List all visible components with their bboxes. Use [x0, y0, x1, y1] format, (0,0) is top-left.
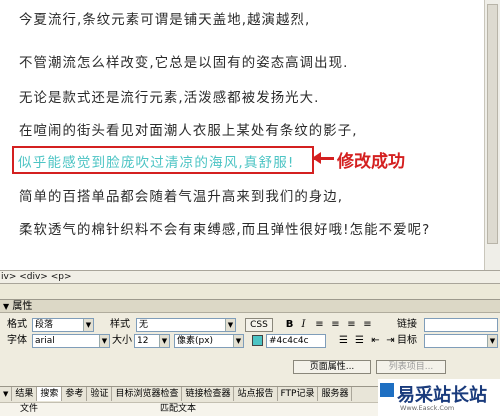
collapse-triangle-icon[interactable]: ▼ [3, 302, 9, 311]
text-color-swatch[interactable] [252, 335, 263, 346]
unit-select[interactable]: 像素(px) ▼ [174, 334, 244, 348]
page-properties-button[interactable]: 页面属性... [293, 360, 371, 374]
annotation-arrow-head [312, 152, 321, 164]
tab-browser-check[interactable]: 目标浏览器检查 [112, 387, 183, 401]
paragraph-3[interactable]: 无论是款式还是流行元素,活泼感都被发扬光大. [19, 86, 320, 106]
column-matched-text[interactable]: 匹配文本 [160, 403, 196, 415]
align-left-icon[interactable]: ≡ [314, 319, 325, 331]
watermark-url: Www.Easck.Com [400, 404, 455, 412]
properties-panel-header[interactable]: ▼ 属性 [0, 300, 500, 313]
style-select[interactable]: 无 ▼ [136, 318, 236, 332]
size-label: 大小 [112, 335, 132, 346]
watermark-logo-icon [380, 383, 394, 397]
vertical-scrollbar[interactable] [484, 0, 500, 270]
tab-link-checker[interactable]: 链接检查器 [182, 387, 235, 401]
ordered-list-icon[interactable]: ☰ [354, 335, 365, 347]
target-select[interactable]: ▼ [424, 334, 498, 348]
editor-window: 今夏流行,条纹元素可谓是铺天盖地,越演越烈, 不管潮流怎么样改变,它总是以固有的… [0, 0, 500, 416]
indent-icon[interactable]: ⇥ [385, 335, 396, 347]
css-button[interactable]: CSS [245, 318, 273, 332]
paragraph-4[interactable]: 在喧闹的街头看见对面潮人衣服上某处有条纹的影子, [19, 119, 358, 139]
align-justify-icon[interactable]: ≡ [362, 319, 373, 331]
align-right-icon[interactable]: ≡ [346, 319, 357, 331]
tab-site-reports[interactable]: 站点报告 [234, 387, 278, 401]
tab-search[interactable]: 搜索 [37, 387, 63, 401]
format-label: 格式 [7, 319, 27, 330]
font-label: 字体 [7, 335, 27, 346]
tab-reference[interactable]: 参考 [62, 387, 88, 401]
chevron-down-icon: ▼ [233, 335, 243, 347]
style-label: 样式 [110, 319, 130, 330]
chevron-down-icon: ▼ [83, 319, 93, 331]
highlight-box [12, 146, 314, 174]
results-collapse-icon[interactable]: ▼ [0, 387, 13, 401]
scrollbar-thumb[interactable] [487, 4, 498, 244]
bold-button[interactable]: B [284, 319, 295, 331]
target-label: 目标 [397, 335, 417, 346]
tab-results[interactable]: 结果 [12, 387, 38, 401]
chevron-down-icon: ▼ [99, 335, 109, 347]
column-file[interactable]: 文件 [20, 403, 38, 415]
design-view[interactable]: 今夏流行,条纹元素可谓是铺天盖地,越演越烈, 不管潮流怎么样改变,它总是以固有的… [0, 0, 484, 270]
properties-title: 属性 [12, 301, 33, 312]
italic-button[interactable]: I [298, 319, 309, 331]
text-color-input[interactable]: #4c4c4c [266, 334, 326, 348]
align-center-icon[interactable]: ≡ [330, 319, 341, 331]
link-input[interactable] [424, 318, 498, 332]
unordered-list-icon[interactable]: ☰ [338, 335, 349, 347]
size-select[interactable]: 12 ▼ [134, 334, 170, 348]
font-select[interactable]: arial ▼ [32, 334, 110, 348]
paragraph-1[interactable]: 今夏流行,条纹元素可谓是铺天盖地,越演越烈, [19, 8, 310, 28]
paragraph-7[interactable]: 柔软透气的棉针织料不会有束缚感,而且弹性很好哦!怎能不爱呢? [19, 218, 430, 238]
properties-panel: ▼ 属性 格式 段落 ▼ 样式 无 ▼ CSS B I ≡ ≡ ≡ ≡ 链接 字体 … [0, 299, 500, 386]
tab-ftp-log[interactable]: FTP记录 [278, 387, 319, 401]
panel-gap [0, 284, 500, 299]
format-select[interactable]: 段落 ▼ [32, 318, 94, 332]
list-items-button[interactable]: 列表项目... [376, 360, 446, 374]
tag-selector[interactable]: iv> <div> <p> [0, 270, 500, 284]
chevron-down-icon: ▼ [159, 335, 169, 347]
link-label: 链接 [397, 319, 417, 330]
annotation-text: 修改成功 [337, 152, 405, 172]
chevron-down-icon: ▼ [487, 335, 497, 347]
chevron-down-icon: ▼ [225, 319, 235, 331]
tab-validation[interactable]: 验证 [87, 387, 113, 401]
tab-server[interactable]: 服务器 [318, 387, 353, 401]
paragraph-2[interactable]: 不管潮流怎么样改变,它总是以固有的姿态高调出现. [19, 51, 349, 71]
outdent-icon[interactable]: ⇤ [370, 335, 381, 347]
paragraph-6[interactable]: 简单的百搭单品都会随着气温升高来到我们的身边, [19, 185, 343, 205]
